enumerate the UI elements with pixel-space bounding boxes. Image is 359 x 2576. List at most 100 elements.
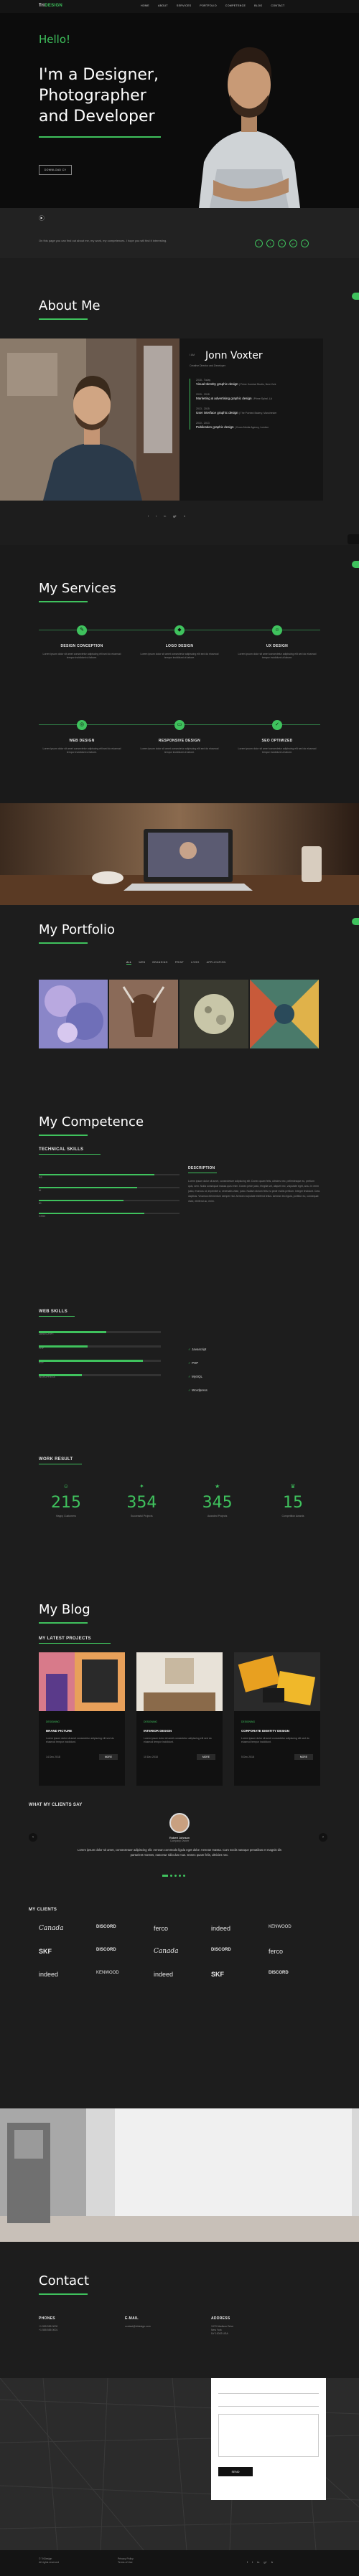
linkedin-icon[interactable]: in	[164, 514, 166, 518]
blog-cards: DESIGNING BRAND PICTURE Lorem ipsum dolo…	[39, 1652, 320, 1786]
blog-card-image[interactable]	[234, 1652, 320, 1711]
logo[interactable]: TriDESIGN	[39, 4, 62, 8]
portfolio-item[interactable]	[250, 980, 319, 1048]
latest-projects-title: MY LATEST PROJECTS	[39, 1637, 91, 1641]
blog-card: DESIGNING CORPORATE IDENTITY DESIGN Lore…	[234, 1652, 320, 1786]
nav-about[interactable]: ABOUT	[158, 4, 168, 7]
intro-text: On this page you can find out about me, …	[39, 239, 167, 242]
footer-rights: All rights reserved	[39, 2561, 60, 2564]
nav-home[interactable]: HOME	[141, 4, 149, 7]
footer-terms[interactable]: Terms of Use	[118, 2561, 134, 2565]
facebook-icon[interactable]: f	[148, 514, 149, 518]
phone-number[interactable]: +1 555 555 0001	[39, 2329, 57, 2332]
skill-bar-fill	[39, 1360, 143, 1362]
name-field[interactable]	[218, 2385, 319, 2394]
service-desc: Lorem ipsum dolor sit amet consectetur a…	[238, 653, 317, 659]
projects-icon: ✦	[139, 1483, 144, 1490]
hero-portrait	[188, 26, 310, 208]
pager-dot[interactable]	[174, 1875, 177, 1877]
blog-tag[interactable]: DESIGNING	[144, 1720, 215, 1723]
customers-icon: ☺	[62, 1483, 70, 1490]
blog-tag[interactable]: DESIGNING	[46, 1720, 118, 1723]
blog-card-image[interactable]	[39, 1652, 125, 1711]
service-name: UX DESIGN	[266, 644, 289, 648]
pager-dot[interactable]	[170, 1875, 172, 1877]
blog-more-button[interactable]: MORE	[98, 1754, 118, 1760]
service-name: WEB DESIGN	[69, 739, 95, 743]
portfolio-item[interactable]	[39, 980, 108, 1048]
google-plus-icon[interactable]: g+	[264, 2560, 267, 2564]
scroll-marker[interactable]	[352, 918, 359, 925]
message-field[interactable]	[218, 2414, 319, 2457]
client-logo: ferco	[154, 1925, 169, 1932]
tech-title-underline	[39, 1154, 101, 1155]
email-field[interactable]	[218, 2398, 319, 2407]
google-plus-icon[interactable]: g+	[289, 240, 297, 247]
email-link[interactable]: contact@tridesign.com	[125, 2325, 151, 2329]
blog-tag[interactable]: DESIGNING	[241, 1720, 313, 1723]
headline-line-1: I'm a Designer,	[39, 66, 159, 84]
skill-bar-fill	[39, 1345, 88, 1348]
filter-print[interactable]: PRINT	[175, 961, 184, 965]
behance-icon[interactable]: b	[184, 514, 185, 518]
blog-post-title[interactable]: INTERIOR DESIGN	[144, 1729, 215, 1733]
google-plus-icon[interactable]: g+	[173, 514, 177, 518]
check-label: MySQL	[192, 1375, 203, 1378]
portfolio-item[interactable]	[180, 980, 248, 1048]
behance-icon[interactable]: b	[301, 240, 309, 247]
filter-application[interactable]: APPLICATION	[207, 961, 226, 965]
skill-bar-fill	[39, 1374, 82, 1376]
pager-dot[interactable]	[179, 1875, 181, 1877]
testimonial-next-button[interactable]: ›	[319, 1833, 327, 1842]
behance-icon[interactable]: b	[271, 2560, 273, 2564]
facebook-icon[interactable]: f	[247, 2560, 248, 2564]
filter-web[interactable]: WEB	[139, 961, 145, 965]
linkedin-icon[interactable]: in	[257, 2560, 259, 2564]
twitter-icon[interactable]: t	[252, 2560, 253, 2564]
blog-card: DESIGNING BRAND PICTURE Lorem ipsum dolo…	[39, 1652, 125, 1786]
blog-post-title[interactable]: BRAND PICTURE	[46, 1729, 118, 1733]
twitter-icon[interactable]: t	[156, 514, 157, 518]
portfolio-title: My Portfolio	[39, 922, 115, 937]
scroll-marker[interactable]	[352, 561, 359, 568]
linkedin-icon[interactable]: in	[278, 240, 286, 247]
blog-post-text: Lorem ipsum dolor sit amet consectetur a…	[46, 1737, 114, 1743]
filter-branding[interactable]: BRANDING	[152, 961, 167, 965]
twitter-icon[interactable]: t	[266, 240, 274, 247]
testimonial-prev-button[interactable]: ‹	[29, 1833, 37, 1842]
about-title-underline	[39, 318, 88, 320]
portfolio-title-underline	[39, 942, 88, 944]
nav-blog[interactable]: BLOG	[254, 4, 262, 7]
blog-post-title[interactable]: CORPORATE IDENTITY DESIGN	[241, 1729, 313, 1733]
headline-line-2: Photographer	[39, 87, 146, 105]
blog-more-button[interactable]: MORE	[294, 1754, 313, 1760]
send-button[interactable]: SEND	[218, 2467, 253, 2476]
service-desc: Lorem ipsum dolor sit amet consectetur a…	[238, 747, 317, 754]
services-section: My Services ✎ DESIGN CONCEPTION Lorem ip…	[0, 545, 359, 803]
nav-portfolio[interactable]: PORTFOLIO	[200, 4, 216, 7]
about-side-toggle[interactable]	[348, 534, 359, 544]
facebook-icon[interactable]: f	[255, 240, 263, 247]
filter-all[interactable]: ALL	[126, 961, 132, 965]
description-block: DESCRIPTION Lorem ipsum dolor sit amet, …	[188, 1166, 320, 1204]
nav-competence[interactable]: COMPETENCE	[225, 4, 246, 7]
contact-section: Contact PHONES +1 555 555 0000 +1 555 55…	[0, 2242, 359, 2576]
filter-logo[interactable]: LOGO	[191, 961, 200, 965]
about-name: Jonn Voxter	[205, 350, 263, 361]
skill-row: PS	[39, 1169, 180, 1182]
download-cv-button[interactable]: DOWNLOAD CV	[39, 165, 72, 175]
nav-contact[interactable]: CONTACT	[271, 4, 284, 7]
description-title: DESCRIPTION	[188, 1166, 215, 1170]
blog-more-button[interactable]: MORE	[196, 1754, 215, 1760]
pager-dot-active[interactable]	[162, 1875, 168, 1877]
client-logo: Canada	[154, 1948, 179, 1955]
blog-card-image[interactable]	[136, 1652, 223, 1711]
clients-title: MY CLIENTS	[29, 1908, 57, 1912]
nav-services[interactable]: SERVICES	[177, 4, 192, 7]
pager-dot[interactable]	[183, 1875, 185, 1877]
scroll-marker[interactable]	[352, 293, 359, 300]
skill-row: AI	[39, 1182, 180, 1195]
intro-play-icon[interactable]: ▶	[39, 215, 45, 221]
pen-icon: ✎	[77, 625, 87, 635]
portfolio-item[interactable]	[109, 980, 178, 1048]
